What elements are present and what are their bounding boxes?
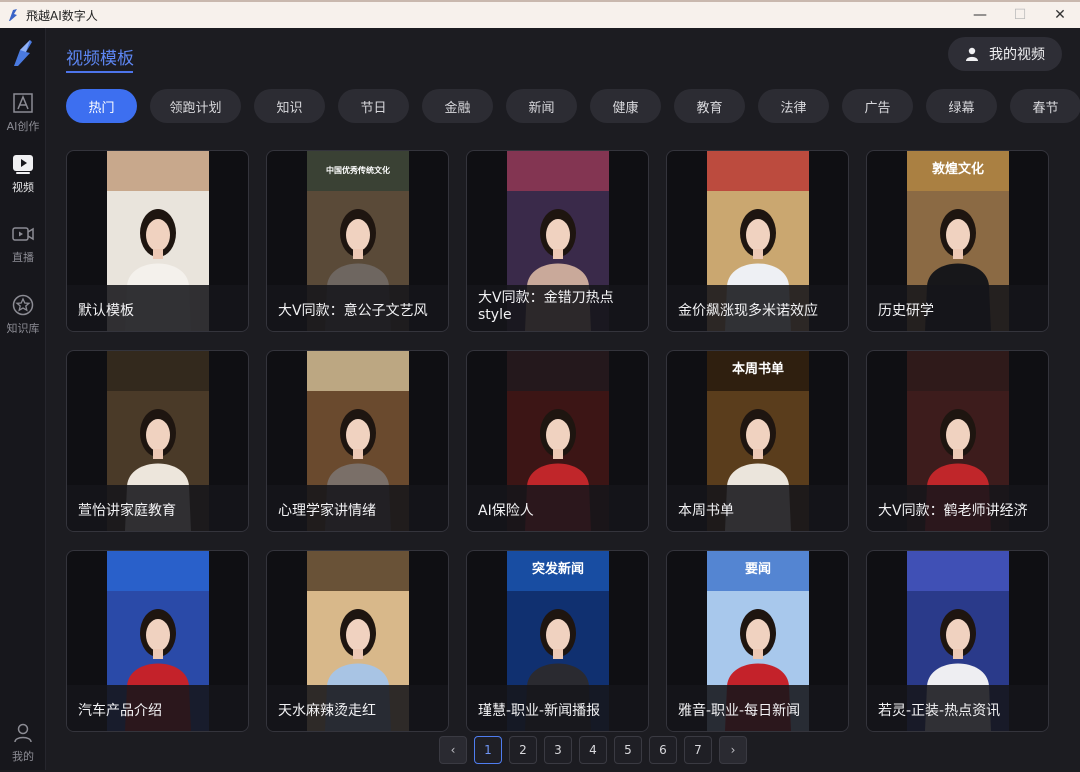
close-button[interactable]: ✕ [1040,2,1080,28]
page-button[interactable]: 1 [474,736,502,764]
template-title: 萱怡讲家庭教育 [67,485,248,531]
template-title: AI保险人 [467,485,648,531]
template-title: 雅音-职业-每日新闻 [667,685,848,731]
thumbnail-banner-text: 中国优秀传统文化 [326,165,390,175]
tab-category[interactable]: 春节 [1010,89,1080,123]
sidebar-item-label: 视频 [12,181,34,194]
template-title: 瑾慧-职业-新闻播报 [467,685,648,731]
tab-category[interactable]: 广告 [842,89,913,123]
prev-page-button[interactable]: ‹ [439,736,467,764]
ai-text-icon [13,93,33,113]
sidebar-item-label: 我的 [12,750,34,763]
template-card[interactable]: 突发新闻瑾慧-职业-新闻播报 [466,550,649,732]
thumbnail-banner-text: 要闻 [745,562,771,577]
template-card[interactable]: 金价飙涨现多米诺效应 [666,150,849,332]
sidebar-item-knowledge[interactable]: 知识库 [0,294,46,344]
template-card[interactable]: 敦煌文化 历史研学 [866,150,1049,332]
template-title: 金价飙涨现多米诺效应 [667,285,848,331]
page-button[interactable]: 3 [544,736,572,764]
tab-category[interactable]: 知识 [254,89,325,123]
my-video-label: 我的视频 [989,47,1045,63]
tab-category[interactable]: 节日 [338,89,409,123]
sidebar-item-label: 直播 [12,251,34,264]
thumbnail-banner-text: 本周书单 [732,361,784,377]
sidebar: AI创作 视频 直播 知识库 我的 [0,28,46,770]
page-title-underline [66,71,133,73]
page-title: 视频模板 [66,49,134,69]
tab-category[interactable]: 健康 [590,89,661,123]
user-icon [14,723,32,743]
template-card[interactable]: 要闻雅音-职业-每日新闻 [666,550,849,732]
window-titlebar: 飛越AI数字人 — ☐ ✕ [0,0,1080,28]
sidebar-item-profile[interactable]: 我的 [0,722,46,772]
page-button[interactable]: 4 [579,736,607,764]
template-title: 若灵-正装-热点资讯 [867,685,1048,731]
template-card[interactable]: 本周书单 本周书单 [666,350,849,532]
template-card[interactable]: 心理学家讲情绪 [266,350,449,532]
window-title: 飛越AI数字人 [26,8,98,23]
sidebar-item-label: AI创作 [6,120,40,133]
tab-category[interactable]: 教育 [674,89,745,123]
template-title: 大V同款：金错刀热点style [467,285,648,331]
page-button[interactable]: 6 [649,736,677,764]
tab-category[interactable]: 新闻 [506,89,577,123]
template-title: 心理学家讲情绪 [267,485,448,531]
template-card[interactable]: AI保险人 [466,350,649,532]
template-title: 天水麻辣烫走红 [267,685,448,731]
tab-category[interactable]: 领跑计划 [150,89,241,123]
template-card[interactable]: 大V同款：鹤老师讲经济 [866,350,1049,532]
sidebar-item-label: 知识库 [6,322,40,335]
sidebar-item-video[interactable]: 视频 [0,153,46,203]
template-card[interactable]: 天水麻辣烫走红 [266,550,449,732]
template-card[interactable]: 大V同款：金错刀热点style [466,150,649,332]
thumbnail-banner-text: 突发新闻 [532,561,584,577]
template-card[interactable]: 中国优秀传统文化大V同款：意公子文艺风 [266,150,449,332]
sidebar-item-live[interactable]: 直播 [0,223,46,273]
tab-category[interactable]: 法律 [758,89,829,123]
page-button[interactable]: 5 [614,736,642,764]
template-title: 本周书单 [667,485,848,531]
tab-category[interactable]: 绿幕 [926,89,997,123]
live-camera-icon [12,227,34,241]
template-card[interactable]: 萱怡讲家庭教育 [66,350,249,532]
template-title: 大V同款：意公子文艺风 [267,285,448,331]
minimize-button[interactable]: — [960,2,1000,28]
my-video-button[interactable]: 我的视频 [948,37,1062,71]
template-title: 默认模板 [67,285,248,331]
star-circle-icon [12,294,34,316]
next-page-button[interactable]: › [719,736,747,764]
thumbnail-banner-text: 敦煌文化 [932,161,984,177]
app-logo-icon [14,40,32,66]
pagination: ‹ 1 2 3 4 5 6 7 › [439,736,754,764]
page-button[interactable]: 2 [509,736,537,764]
sidebar-item-ai-create[interactable]: AI创作 [0,92,46,142]
tab-category[interactable]: 金融 [422,89,493,123]
user-icon [966,47,978,61]
page-button[interactable]: 7 [684,736,712,764]
template-title: 汽车产品介绍 [67,685,248,731]
template-title: 历史研学 [867,285,1048,331]
maximize-button[interactable]: ☐ [1000,2,1040,28]
tab-category[interactable]: 热门 [66,89,137,123]
template-card[interactable]: 汽车产品介绍 [66,550,249,732]
video-play-icon [13,155,33,174]
template-card[interactable]: 默认模板 [66,150,249,332]
template-card[interactable]: 若灵-正装-热点资讯 [866,550,1049,732]
category-tabs: 热门 领跑计划 知识 节日 金融 新闻 健康 教育 法律 广告 绿幕 春节 [66,89,1080,123]
app-logo-icon [9,9,17,21]
template-title: 大V同款：鹤老师讲经济 [867,485,1048,531]
